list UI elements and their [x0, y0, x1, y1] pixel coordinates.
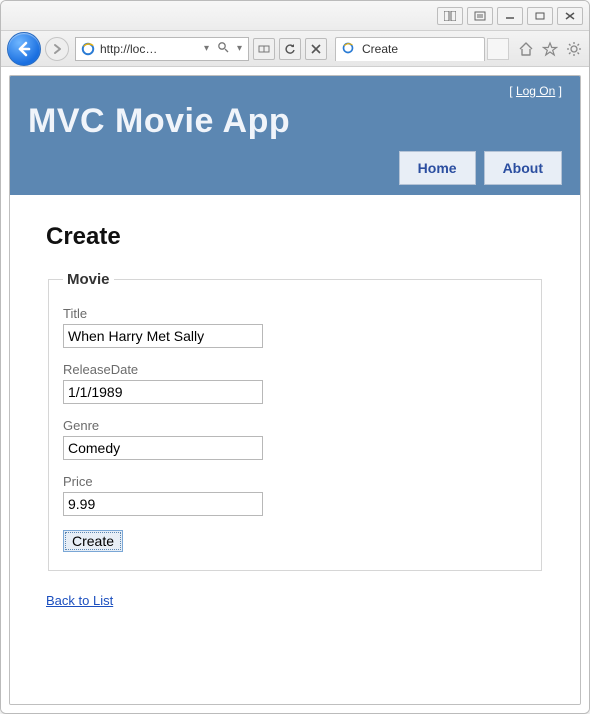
tab-title: Create — [362, 42, 398, 56]
label-title: Title — [63, 306, 527, 321]
compat-view-button[interactable] — [253, 38, 275, 60]
app-title: MVC Movie App — [28, 102, 562, 141]
toolbar-right — [517, 40, 583, 58]
refresh-button[interactable] — [279, 38, 301, 60]
nav-tabs: Home About — [28, 151, 562, 185]
submit-row: Create — [63, 530, 527, 552]
field-title: Title — [63, 306, 527, 348]
minimize-button[interactable] — [497, 7, 523, 25]
label-price: Price — [63, 474, 527, 489]
tab-favicon-icon — [342, 42, 356, 56]
create-button[interactable]: Create — [63, 530, 123, 552]
field-genre: Genre — [63, 418, 527, 460]
stop-button[interactable] — [305, 38, 327, 60]
logon-row: [ Log On ] — [28, 84, 562, 98]
forward-button[interactable] — [45, 37, 69, 61]
logon-link[interactable]: Log On — [516, 84, 555, 98]
label-release-date: ReleaseDate — [63, 362, 527, 377]
input-release-date[interactable] — [63, 380, 263, 404]
page-header: [ Log On ] MVC Movie App Home About — [10, 76, 580, 195]
fullpage-icon[interactable] — [437, 7, 463, 25]
tab-strip: Create — [335, 37, 509, 61]
close-button[interactable] — [557, 7, 583, 25]
url-text: http://loc… — [100, 42, 198, 56]
url-dropdown-icon[interactable]: ▾ — [202, 43, 211, 54]
nav-home[interactable]: Home — [399, 151, 476, 185]
page-body: Create Movie Title ReleaseDate Genre — [10, 195, 580, 704]
favorites-icon[interactable] — [541, 40, 559, 58]
field-price: Price — [63, 474, 527, 516]
page-heading: Create — [46, 223, 544, 251]
search-dropdown-icon[interactable]: ▾ — [235, 43, 244, 54]
new-tab-button[interactable] — [487, 38, 509, 60]
input-title[interactable] — [63, 324, 263, 348]
tools-icon[interactable] — [565, 40, 583, 58]
nav-about[interactable]: About — [484, 151, 562, 185]
fieldset-legend: Movie — [63, 271, 114, 288]
browser-window: http://loc… ▾ ▾ Create — [0, 0, 590, 714]
ie-logo-icon — [80, 41, 96, 57]
input-price[interactable] — [63, 492, 263, 516]
field-release-date: ReleaseDate — [63, 362, 527, 404]
movie-fieldset: Movie Title ReleaseDate Genre Pr — [48, 271, 542, 571]
search-magnifier-icon[interactable] — [215, 41, 231, 56]
label-genre: Genre — [63, 418, 527, 433]
address-bar: http://loc… ▾ ▾ Create — [1, 31, 589, 67]
reading-view-icon[interactable] — [467, 7, 493, 25]
browser-tab[interactable]: Create — [335, 37, 485, 61]
back-button[interactable] — [7, 32, 41, 66]
page: [ Log On ] MVC Movie App Home About Crea… — [9, 75, 581, 705]
url-box[interactable]: http://loc… ▾ ▾ — [75, 37, 249, 61]
home-icon[interactable] — [517, 40, 535, 58]
back-to-list-link[interactable]: Back to List — [46, 593, 113, 608]
window-titlebar — [1, 1, 589, 31]
client-area: [ Log On ] MVC Movie App Home About Crea… — [1, 67, 589, 713]
input-genre[interactable] — [63, 436, 263, 460]
maximize-button[interactable] — [527, 7, 553, 25]
